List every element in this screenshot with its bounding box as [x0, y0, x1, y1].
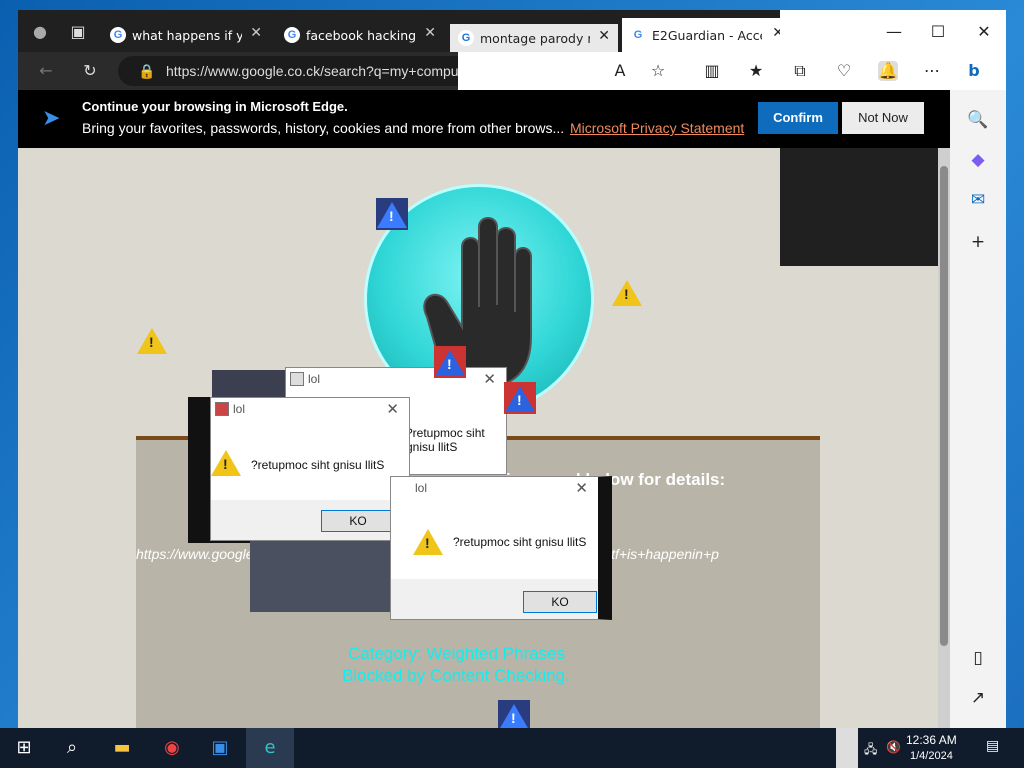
favorites-icon[interactable]: ★: [746, 61, 766, 81]
warning-icon: !: [137, 328, 167, 354]
network-icon[interactable]: 🖧: [864, 740, 877, 761]
collections-icon[interactable]: ⧉: [790, 61, 810, 81]
close-window-icon[interactable]: ✕: [974, 22, 994, 42]
warning-icon: !: [612, 280, 642, 306]
edge-sidebar: 🔍 ◆ ✉ + ▯ ↗: [950, 90, 1006, 728]
hide-sidebar-icon[interactable]: ▯: [966, 646, 990, 670]
dialog-message: ?retupmoc siht gnisu llitS: [406, 426, 485, 454]
blocked-reason-text: Blocked by Content Checking.: [342, 666, 570, 685]
warning-icon: !: [504, 382, 536, 414]
tab-title: E2Guardian - Access: [652, 27, 762, 43]
minimize-icon[interactable]: —: [884, 22, 904, 42]
office-icon[interactable]: ◆: [966, 148, 990, 172]
dialog-title: lol: [415, 481, 428, 495]
navigation-toolbar: ← ↻ 🔒 https://www.google.co.ck/search?q=…: [18, 52, 1006, 90]
edge-send-icon: ➤: [42, 106, 61, 131]
start-windows-icon[interactable]: ⊞: [0, 728, 48, 768]
google-icon: G: [110, 27, 126, 43]
import-data-infobar: ➤ Continue your browsing in Microsoft Ed…: [18, 90, 1006, 148]
app-icon: [215, 402, 229, 416]
close-tab-icon[interactable]: ✕: [598, 28, 610, 44]
infobar-subtitle: Bring your favorites, passwords, history…: [82, 120, 565, 136]
show-desktop-thumb[interactable]: [836, 728, 858, 768]
tab-actions-icon[interactable]: ▣: [68, 22, 88, 42]
lock-icon: 🔒: [138, 63, 156, 79]
message-dialog[interactable]: lol ✕ ! ?retupmoc siht gnisu llitS KO: [390, 476, 612, 620]
glitch-rect: [250, 540, 390, 612]
close-icon[interactable]: ✕: [386, 400, 399, 418]
app-icon: [290, 372, 304, 386]
dialog-footer: KO: [391, 579, 598, 619]
favorite-star-icon[interactable]: ☆: [648, 61, 668, 81]
more-icon[interactable]: ⋯: [922, 61, 942, 81]
notification-center-icon[interactable]: ▤: [986, 738, 999, 754]
ok-button[interactable]: KO: [321, 510, 395, 532]
close-icon[interactable]: ✕: [483, 370, 496, 388]
privacy-statement-link[interactable]: Microsoft Privacy Statement: [570, 120, 744, 136]
external-link-icon[interactable]: ↗: [966, 686, 990, 710]
copilot-icon[interactable]: b: [964, 61, 984, 81]
read-aloud-icon[interactable]: A: [610, 61, 630, 81]
tab-title: facebook hacking to: [306, 27, 416, 43]
scrollbar-thumb[interactable]: [940, 166, 948, 646]
google-icon: G: [284, 27, 300, 43]
tab-title: montage parody ma: [480, 30, 590, 46]
profile-icon[interactable]: ●: [30, 22, 50, 42]
outlook-icon[interactable]: ✉: [966, 188, 990, 212]
tab-1[interactable]: G what happens if you ✕: [102, 18, 270, 52]
edge-browser-window: ● ▣ G what happens if you ✕ G facebook h…: [18, 10, 1006, 728]
refresh-icon[interactable]: ↻: [80, 61, 100, 81]
search-icon[interactable]: 🔍: [966, 108, 990, 132]
browser-essentials-icon[interactable]: ♡: [834, 61, 854, 81]
warning-icon: !: [413, 529, 443, 555]
volume-icon[interactable]: 🔇: [886, 740, 901, 754]
tab-active-e2guardian[interactable]: G E2Guardian - Access ✕: [622, 18, 792, 52]
dialog-message: ?retupmoc siht gnisu llitS: [453, 535, 587, 549]
clock-time[interactable]: 12:36 AM: [906, 733, 957, 747]
split-screen-icon[interactable]: ▥: [702, 61, 722, 81]
clock-date[interactable]: 1/4/2024: [910, 750, 953, 762]
app-window-icon[interactable]: ▣: [196, 728, 244, 768]
back-icon[interactable]: ←: [36, 61, 56, 81]
dark-overlay-panel: [780, 148, 950, 266]
close-tab-icon[interactable]: ✕: [250, 25, 262, 41]
dialog-title: lol: [233, 402, 246, 416]
search-icon[interactable]: ⌕: [48, 728, 96, 768]
google-icon: G: [458, 30, 474, 46]
tab-3[interactable]: G montage parody ma ✕: [450, 24, 618, 52]
dialog-footer: KO: [211, 500, 409, 540]
dialog-message: ?retupmoc siht gnisu llitS: [251, 458, 385, 472]
message-dialog[interactable]: lol ✕ ! ?retupmoc siht gnisu llitS KO: [210, 397, 410, 541]
notifications-icon[interactable]: 🔔: [878, 61, 898, 81]
confirm-button[interactable]: Confirm: [758, 102, 838, 134]
title-bar-controls: — ☐ ✕: [780, 10, 1006, 52]
maximize-icon[interactable]: ☐: [928, 22, 948, 42]
infobar-title: Continue your browsing in Microsoft Edge…: [82, 99, 348, 114]
add-icon[interactable]: +: [966, 230, 990, 254]
warning-icon: !: [376, 198, 408, 230]
dialog-title: lol: [308, 372, 321, 386]
tab-title: what happens if you: [132, 27, 242, 43]
chrome-icon[interactable]: ◉: [148, 728, 196, 768]
not-now-button[interactable]: Not Now: [842, 102, 924, 134]
close-icon[interactable]: ✕: [575, 479, 588, 497]
edge-icon[interactable]: e: [246, 728, 294, 768]
tab-bar: ● ▣ G what happens if you ✕ G facebook h…: [18, 10, 1006, 52]
tab-2[interactable]: G facebook hacking to ✕: [276, 18, 444, 52]
warning-icon: !: [434, 346, 466, 378]
warning-icon: !: [211, 450, 241, 476]
google-icon: G: [630, 27, 646, 43]
ok-button[interactable]: KO: [523, 591, 597, 613]
close-tab-icon[interactable]: ✕: [424, 25, 436, 41]
toolbar-right: A ☆ ▥ ★ ⧉ ♡ 🔔 ⋯ b: [458, 52, 1006, 90]
category-text: Category: Weighted Phrases: [348, 644, 566, 663]
taskbar: ⊞ ⌕ ▬ ◉ ▣ e 🖧 🔇 12:36 AM 1/4/2024 ▤: [0, 728, 1024, 768]
file-explorer-icon[interactable]: ▬: [98, 728, 146, 768]
